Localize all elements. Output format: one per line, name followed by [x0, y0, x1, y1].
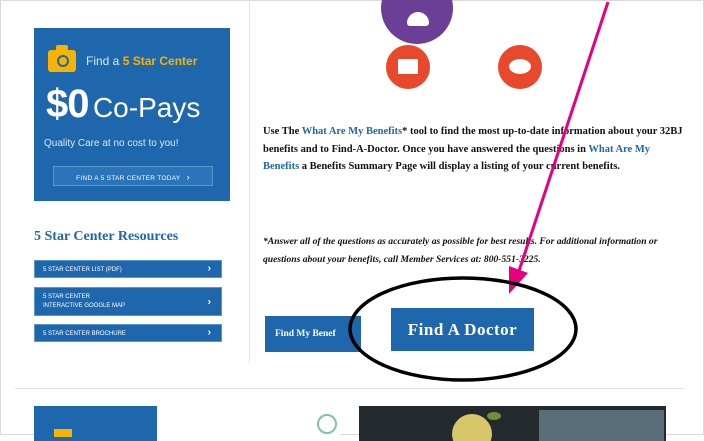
intro-text: Use The [263, 126, 302, 137]
find-center-button[interactable]: FIND A 5 STAR CENTER TODAY › [53, 166, 213, 186]
resource-link-label: 5 STAR CENTER [43, 294, 90, 300]
piggy-bank-icon [498, 45, 542, 89]
promo-price: $0 [46, 82, 89, 126]
chevron-right-icon: › [207, 296, 211, 307]
chevron-right-icon: › [207, 263, 211, 274]
chevron-right-icon: › [207, 327, 211, 338]
promo-find-line: Find a 5 Star Center [86, 54, 198, 68]
disclaimer-note: *Answer all of the questions as accurate… [263, 236, 658, 265]
person-shape [407, 12, 429, 26]
section-divider [15, 388, 685, 389]
envelope-shape [398, 59, 418, 74]
intro-text: . Once you have answered the questions i… [397, 143, 589, 155]
column-divider [249, 0, 250, 363]
intro-paragraph: Use The What Are My Benefits* tool to fi… [263, 123, 683, 176]
resource-link-center-list[interactable]: 5 STAR CENTER LIST (PDF) › [34, 260, 222, 278]
find-center-button-label: FIND A 5 STAR CENTER TODAY [76, 175, 181, 182]
resource-link-label: 5 STAR CENTER LIST (PDF) [43, 267, 122, 273]
resource-link-brochure[interactable]: 5 STAR CENTER BROCHURE › [34, 324, 222, 342]
intro-text: Find-A-Doctor [331, 143, 398, 155]
resources-heading: 5 Star Center Resources [34, 229, 179, 244]
card-photo [539, 410, 664, 441]
five-star-promo[interactable]: Find a 5 Star Center $0 Co-Pays Quality … [34, 28, 230, 201]
camera-icon [48, 45, 76, 72]
what-are-my-benefits-link[interactable]: What Are My Benefits [302, 126, 402, 137]
resource-link-google-map[interactable]: 5 STAR CENTER INTERACTIVE GOOGLE MAP › [34, 287, 222, 316]
bottom-promo-card-right[interactable] [359, 406, 666, 441]
pig-shape [509, 59, 531, 74]
stethoscope-icon [317, 414, 337, 434]
apple-image [452, 414, 492, 441]
find-my-benefits-button[interactable]: Find My Benef [265, 316, 361, 352]
find-a-doctor-button[interactable]: Find A Doctor [391, 308, 534, 351]
intro-text: a Benefits Summary Page will display a l… [299, 161, 620, 172]
promo-copays: Co-Pays [92, 92, 201, 123]
promo-headline: $0 Co-Pays [46, 82, 200, 127]
resource-link-label: 5 STAR CENTER BROCHURE [43, 331, 126, 337]
resource-link-label: INTERACTIVE GOOGLE MAP [43, 303, 126, 309]
promo-tagline: Quality Care at no cost to you! [44, 138, 179, 149]
bottom-promo-card-left[interactable] [34, 406, 340, 441]
card-inner-panel [157, 406, 340, 441]
leaf-shape [487, 412, 501, 420]
mail-icon [386, 45, 430, 89]
chevron-right-icon: › [186, 172, 190, 182]
card-logo [54, 429, 72, 437]
